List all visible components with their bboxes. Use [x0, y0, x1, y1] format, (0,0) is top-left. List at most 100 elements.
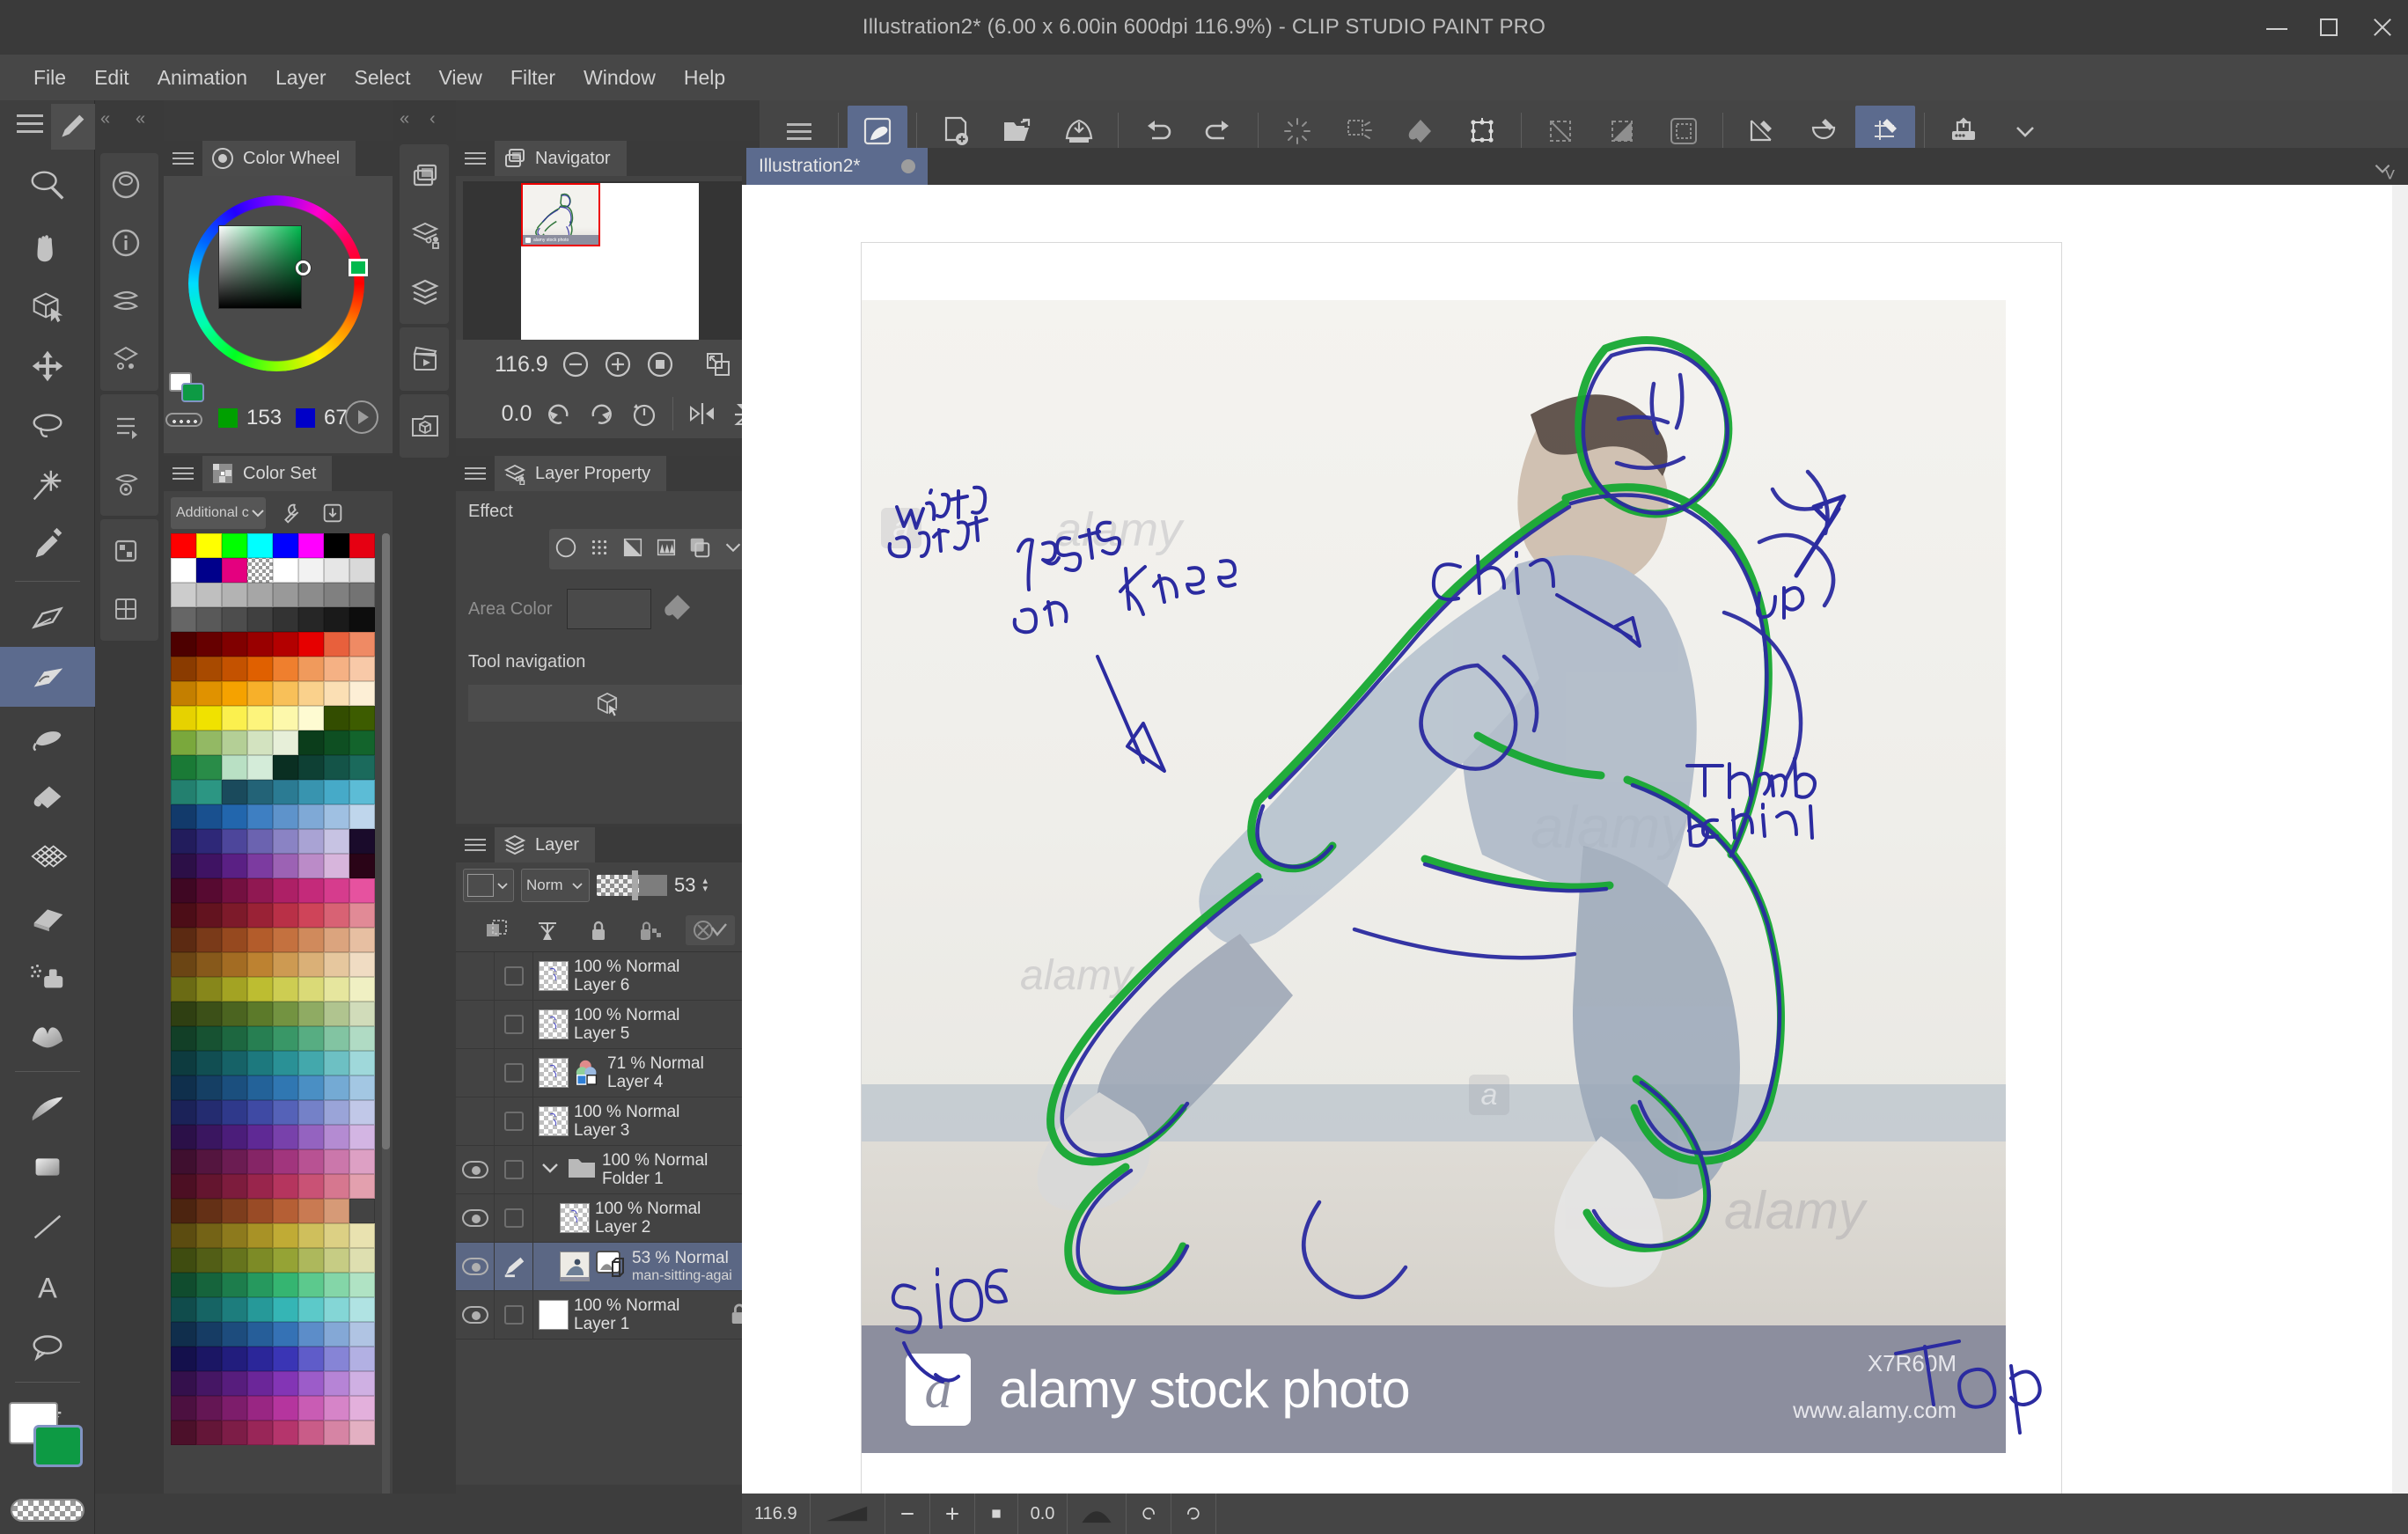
blend-mode-dropdown[interactable]: Norm [521, 869, 590, 902]
canvas-vertical-scrollbar[interactable] [2392, 185, 2408, 1534]
menu-view[interactable]: View [424, 61, 496, 95]
color-swatch[interactable] [273, 977, 298, 1002]
color-swatch[interactable] [171, 854, 196, 878]
color-swatch[interactable] [298, 681, 324, 706]
zoom-in-button[interactable] [603, 348, 633, 381]
layer-thumbnail[interactable] [560, 1251, 590, 1281]
color-swatch[interactable] [349, 1223, 375, 1248]
color-swatch[interactable] [298, 755, 324, 780]
color-swatch[interactable] [298, 829, 324, 854]
color-swatch[interactable] [298, 1174, 324, 1199]
color-swatch[interactable] [222, 1223, 247, 1248]
color-swatch[interactable] [324, 730, 349, 755]
tab-navigator[interactable]: Navigator [495, 141, 627, 176]
layer-lock-checkbox[interactable] [503, 1160, 524, 1179]
color-swatch[interactable] [247, 1149, 273, 1174]
color-swatch[interactable] [349, 977, 375, 1002]
color-swatch[interactable] [247, 780, 273, 804]
color-swatch[interactable] [349, 928, 375, 952]
color-swatch[interactable] [222, 928, 247, 952]
color-swatch[interactable] [247, 1420, 273, 1445]
color-swatch[interactable] [298, 977, 324, 1002]
color-swatch[interactable] [222, 1297, 247, 1322]
line-tool[interactable] [0, 1197, 95, 1257]
color-swatch[interactable] [324, 657, 349, 681]
layer-edit-toggle[interactable] [495, 1001, 533, 1048]
layer-thumbnail[interactable] [539, 1009, 569, 1039]
color-swatch[interactable] [171, 1371, 196, 1396]
zoom-out-button[interactable] [561, 348, 591, 381]
color-swatch[interactable] [247, 1002, 273, 1026]
color-swatch[interactable] [171, 952, 196, 977]
layer-visibility-toggle[interactable] [456, 1243, 495, 1290]
color-swatch[interactable] [324, 903, 349, 928]
color-swatch[interactable] [196, 755, 222, 780]
color-approximation-icon[interactable] [345, 400, 378, 434]
main-color-swatch[interactable] [181, 383, 204, 402]
material-3d-dock-icon[interactable] [400, 397, 451, 455]
color-swatch[interactable] [349, 607, 375, 632]
color-swatch[interactable] [171, 878, 196, 903]
auto-select-tool[interactable] [0, 456, 95, 516]
canvas-area[interactable]: a alamy alamy a alamy alamy [742, 185, 2408, 1534]
color-swatch[interactable] [273, 952, 298, 977]
color-swatch[interactable] [222, 583, 247, 607]
color-swatch[interactable] [222, 804, 247, 829]
status-rotate-cw-button[interactable] [1171, 1494, 1217, 1534]
color-swatch[interactable] [247, 1273, 273, 1297]
color-swatch[interactable] [349, 583, 375, 607]
layer-row[interactable]: 100 % Normal Layer 3 [456, 1097, 760, 1146]
color-swatch[interactable] [171, 730, 196, 755]
subview-dock-icon[interactable] [100, 330, 151, 388]
extract-line-icon[interactable] [687, 535, 712, 564]
color-swatch[interactable] [298, 854, 324, 878]
auto-action-dock-icon[interactable] [100, 397, 151, 455]
clip-to-layer-icon[interactable] [481, 915, 511, 945]
color-swatch[interactable] [196, 1002, 222, 1026]
color-swatch[interactable] [349, 1371, 375, 1396]
color-swatch[interactable] [171, 681, 196, 706]
color-swatch[interactable] [222, 755, 247, 780]
color-swatch[interactable] [247, 1248, 273, 1273]
color-swatch[interactable] [273, 1420, 298, 1445]
layer-property-thumbnail[interactable] [595, 1250, 627, 1284]
color-swatch[interactable] [196, 657, 222, 681]
color-swatch[interactable] [298, 1149, 324, 1174]
color-swatch[interactable] [196, 706, 222, 730]
color-swatch[interactable] [324, 533, 349, 558]
artboard[interactable]: a alamy alamy a alamy alamy [861, 242, 2062, 1534]
layer-thumbnail[interactable] [539, 1058, 569, 1088]
tab-color-set[interactable]: Color Set [202, 456, 333, 491]
color-wheel-dock-icon[interactable] [100, 156, 151, 214]
color-set-scrollbar[interactable] [382, 533, 390, 1534]
color-swatch[interactable] [247, 854, 273, 878]
pencil-tool[interactable] [0, 647, 95, 707]
color-swatch[interactable] [196, 878, 222, 903]
color-swatch[interactable] [196, 558, 222, 583]
color-swatch[interactable] [349, 1322, 375, 1347]
color-swatch[interactable] [222, 1396, 247, 1420]
color-swatch[interactable] [222, 1420, 247, 1445]
color-swatch[interactable] [298, 1223, 324, 1248]
color-swatch[interactable] [298, 1420, 324, 1445]
color-swatch[interactable] [171, 903, 196, 928]
color-swatch[interactable] [196, 1347, 222, 1371]
animation-dock-icon[interactable] [400, 330, 451, 388]
color-swatch[interactable] [171, 1026, 196, 1051]
color-swatch[interactable] [171, 1051, 196, 1075]
color-swatch[interactable] [298, 804, 324, 829]
texture-effect-icon[interactable] [654, 535, 679, 564]
color-swatch[interactable] [222, 1051, 247, 1075]
color-swatch[interactable] [196, 854, 222, 878]
no-select-icon[interactable] [685, 914, 735, 945]
menu-edit[interactable]: Edit [80, 61, 143, 95]
color-swatch[interactable] [222, 854, 247, 878]
color-swatch[interactable] [247, 1100, 273, 1125]
color-swatch[interactable] [324, 829, 349, 854]
color-swatch[interactable] [298, 1322, 324, 1347]
menu-help[interactable]: Help [670, 61, 739, 95]
color-swatch[interactable] [298, 952, 324, 977]
color-swatch[interactable] [324, 1100, 349, 1125]
color-swatch[interactable] [273, 780, 298, 804]
tone-effect-icon[interactable] [587, 535, 612, 564]
